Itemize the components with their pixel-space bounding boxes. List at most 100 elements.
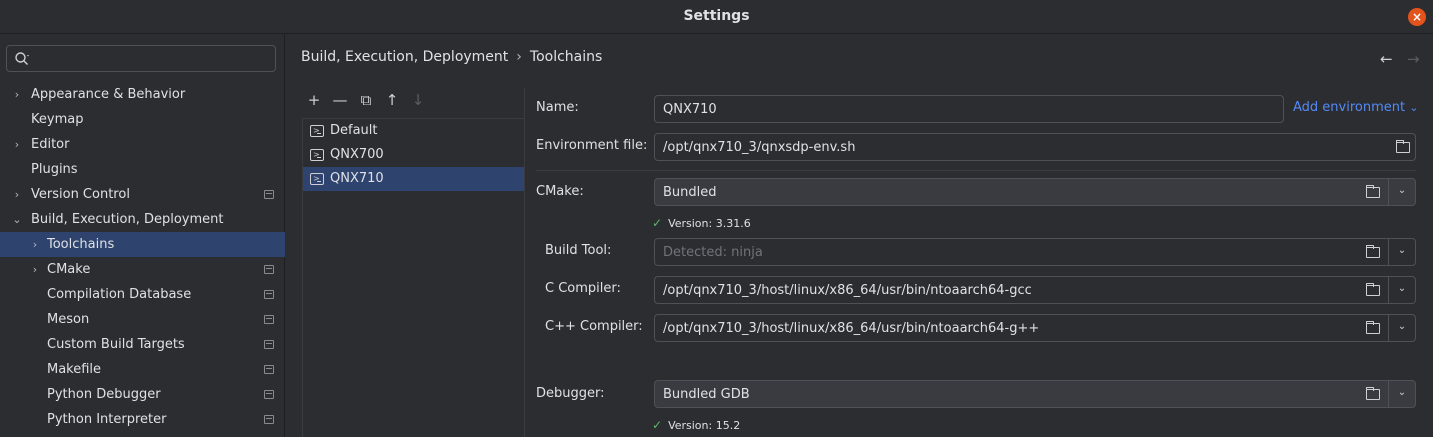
sidebar-item-label: Appearance & Behavior — [31, 87, 186, 102]
toolchain-name: Default — [330, 123, 378, 138]
chevron-down-icon[interactable]: ⌄ — [1395, 387, 1409, 398]
dropdown-split — [1388, 315, 1389, 341]
sidebar-item[interactable]: Custom Build Targets — [0, 332, 285, 357]
debugger-dropdown[interactable]: Bundled GDB ⌄ — [654, 380, 1416, 408]
environment-file-field[interactable]: /opt/qnx710_3/qnxsdp-env.sh — [654, 133, 1416, 161]
sidebar-item-label: Python Interpreter — [47, 412, 167, 427]
sidebar-item[interactable]: › Appearance & Behavior — [0, 82, 285, 107]
name-value: QNX710 — [663, 102, 717, 117]
folder-icon[interactable] — [1366, 185, 1380, 198]
breadcrumb-current: Toolchains — [529, 49, 603, 65]
toolchain-item[interactable]: QNX700 — [303, 143, 524, 167]
breadcrumb: Build, Execution, Deployment › Toolchains — [301, 49, 602, 65]
chevron-down-icon[interactable]: ⌄ — [1395, 283, 1409, 294]
environment-file-value: /opt/qnx710_3/qnxsdp-env.sh — [663, 140, 856, 155]
environment-file-label: Environment file: — [536, 138, 648, 153]
sidebar-item[interactable]: › Toolchains — [0, 232, 285, 257]
add-icon[interactable]: + — [304, 90, 324, 110]
c-compiler-field[interactable]: /opt/qnx710_3/host/linux/x86_64/usr/bin/… — [654, 276, 1416, 304]
sidebar-item[interactable]: Python Debugger — [0, 382, 285, 407]
folder-icon[interactable] — [1366, 283, 1380, 296]
toolchain-item[interactable]: QNX710 — [303, 167, 524, 191]
sidebar-item[interactable]: › Version Control — [0, 182, 285, 207]
chevron-right-icon[interactable]: › — [11, 182, 23, 207]
title-bar: Settings × — [0, 0, 1433, 34]
search-input[interactable] — [37, 49, 267, 69]
sidebar-item-label: Python Debugger — [47, 387, 161, 402]
settings-sidebar: › Appearance & Behavior Keymap › Editor Plugi… — [0, 34, 285, 437]
breadcrumb-parent[interactable]: Build, Execution, Deployment — [301, 49, 508, 65]
sidebar-item[interactable]: Python Interpreter — [0, 407, 285, 432]
main-panel: Build, Execution, Deployment › Toolchains … — [286, 34, 1433, 437]
search-box[interactable] — [6, 45, 276, 72]
folder-icon[interactable] — [1366, 387, 1380, 400]
project-scope-icon — [264, 265, 274, 274]
copy-icon[interactable]: ⧉ — [356, 90, 376, 110]
sidebar-item-label: Compilation Database — [47, 287, 192, 302]
cpp-compiler-field[interactable]: /opt/qnx710_3/host/linux/x86_64/usr/bin/… — [654, 314, 1416, 342]
cmake-dropdown[interactable]: Bundled ⌄ — [654, 178, 1416, 206]
settings-tree: › Appearance & Behavior Keymap › Editor Plugi… — [0, 82, 285, 432]
project-scope-icon — [264, 190, 274, 199]
sidebar-item[interactable]: Meson — [0, 307, 285, 332]
terminal-icon — [310, 143, 324, 167]
c-compiler-label: C Compiler: — [545, 281, 621, 296]
dropdown-split — [1388, 381, 1389, 407]
build-tool-field[interactable]: Detected: ninja ⌄ — [654, 238, 1416, 266]
forward-arrow-icon[interactable]: → — [1407, 50, 1420, 68]
check-icon: ✓ — [652, 216, 663, 230]
move-down-icon[interactable]: ↓ — [408, 90, 428, 110]
cmake-version: ✓ Version: 3.31.6 — [652, 216, 751, 230]
sidebar-item-label: Makefile — [47, 362, 102, 377]
folder-icon[interactable] — [1396, 140, 1410, 153]
dropdown-split — [1388, 239, 1389, 265]
cmake-value: Bundled — [663, 185, 717, 200]
sidebar-item-label: Version Control — [31, 187, 130, 202]
chevron-down-icon[interactable]: ⌄ — [1395, 321, 1409, 332]
toolchain-name: QNX700 — [330, 147, 384, 162]
cmake-version-text: Version: 3.31.6 — [668, 217, 751, 230]
search-icon — [15, 52, 29, 65]
back-arrow-icon[interactable]: ← — [1380, 50, 1393, 68]
sidebar-item[interactable]: Makefile — [0, 357, 285, 382]
move-up-icon[interactable]: ↑ — [382, 90, 402, 110]
project-scope-icon — [264, 365, 274, 374]
chevron-right-icon[interactable]: › — [29, 232, 41, 257]
chevron-down-icon[interactable]: ⌄ — [1395, 185, 1409, 196]
debugger-label: Debugger: — [536, 386, 605, 401]
add-environment-link[interactable]: Add environment ⌄ — [1293, 100, 1418, 115]
debugger-version: ✓ Version: 15.2 — [652, 418, 740, 432]
sidebar-item[interactable]: › Editor — [0, 132, 285, 157]
chevron-down-icon[interactable]: ⌄ — [11, 207, 23, 232]
remove-icon[interactable]: — — [330, 90, 350, 110]
folder-icon[interactable] — [1366, 321, 1380, 334]
cmake-label: CMake: — [536, 184, 584, 199]
build-tool-placeholder: Detected: ninja — [663, 245, 763, 260]
toolchain-name: QNX710 — [330, 171, 384, 186]
toolchain-item[interactable]: Default — [303, 119, 524, 143]
cpp-compiler-value: /opt/qnx710_3/host/linux/x86_64/usr/bin/… — [663, 321, 1040, 336]
sidebar-item[interactable]: Compilation Database — [0, 282, 285, 307]
chevron-right-icon[interactable]: › — [29, 257, 41, 282]
sidebar-item[interactable]: Plugins — [0, 157, 285, 182]
project-scope-icon — [264, 340, 274, 349]
check-icon: ✓ — [652, 418, 663, 432]
chevron-right-icon[interactable]: › — [11, 82, 23, 107]
name-field[interactable]: QNX710 — [654, 95, 1284, 123]
chevron-down-icon: ⌄ — [1409, 101, 1419, 114]
chevron-right-icon[interactable]: › — [11, 132, 23, 157]
panel-divider — [524, 88, 525, 437]
sidebar-item[interactable]: › CMake — [0, 257, 285, 282]
chevron-down-icon[interactable]: ⌄ — [1395, 245, 1409, 256]
folder-icon[interactable] — [1366, 245, 1380, 258]
project-scope-icon — [264, 290, 274, 299]
cpp-compiler-label: C++ Compiler: — [545, 319, 643, 334]
sidebar-item[interactable]: Keymap — [0, 107, 285, 132]
add-environment-label: Add environment — [1293, 100, 1406, 115]
dropdown-split — [1388, 179, 1389, 205]
terminal-icon — [310, 119, 324, 143]
window-title: Settings — [683, 8, 750, 24]
sidebar-item[interactable]: ⌄ Build, Execution, Deployment — [0, 207, 285, 232]
close-icon[interactable]: × — [1408, 8, 1426, 26]
sidebar-item-label: Keymap — [31, 112, 84, 127]
